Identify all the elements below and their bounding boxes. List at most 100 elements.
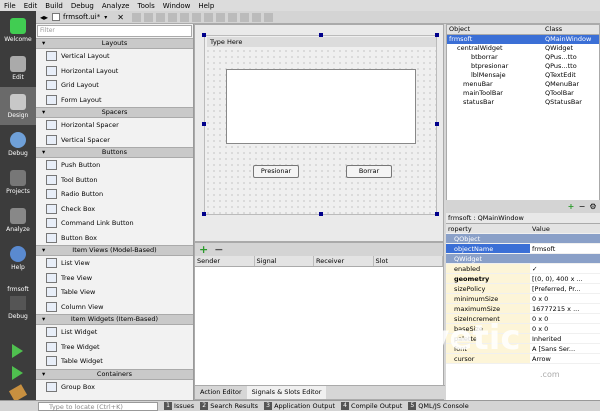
widget-item[interactable]: Check Box	[36, 202, 193, 217]
break-layout-icon[interactable]	[251, 12, 261, 22]
widget-item[interactable]: List View	[36, 256, 193, 271]
resize-handle[interactable]	[202, 33, 206, 37]
widget-item[interactable]: Vertical Spacer	[36, 133, 193, 148]
lbl-mensaje-textedit[interactable]	[226, 69, 416, 144]
mode-edit[interactable]: Edit	[0, 49, 36, 87]
object-row[interactable]: mainToolBar QToolBar	[447, 89, 599, 98]
widget-item[interactable]: Horizontal Spacer	[36, 118, 193, 133]
layout-grid-icon[interactable]	[227, 12, 237, 22]
property-row[interactable]: sizePolicy [Preferred, Pr...	[446, 284, 600, 294]
property-value[interactable]: frmsoft	[530, 244, 600, 253]
buddy-mode-icon[interactable]	[155, 12, 165, 22]
property-row[interactable]: enabled ✓	[446, 264, 600, 274]
menu-type-here[interactable]: Type Here	[207, 37, 436, 47]
add-connection-icon[interactable]: +	[199, 243, 208, 256]
widget-category[interactable]: Buttons	[36, 147, 193, 158]
property-value[interactable]: Inherited	[530, 334, 600, 343]
locator-input[interactable]: Type to locate (Ctrl+K)	[38, 401, 158, 411]
object-row[interactable]: frmsoft QMainWindow	[447, 35, 599, 44]
widget-item[interactable]: Horizontal Layout	[36, 64, 193, 79]
remove-property-icon[interactable]: −	[578, 202, 586, 211]
file-dropdown-icon[interactable]: ▾	[104, 14, 107, 21]
mode-design[interactable]: Design	[0, 87, 36, 125]
mode-help[interactable]: Help	[0, 239, 36, 277]
object-row[interactable]: centralWidget QWidget	[447, 44, 599, 53]
widget-filter-input[interactable]: Filter	[37, 25, 192, 37]
layout-v-icon[interactable]	[191, 12, 201, 22]
tab-action-editor[interactable]: Action Editor	[195, 386, 247, 399]
resize-handle[interactable]	[435, 33, 439, 37]
property-value[interactable]: Arrow	[530, 354, 600, 363]
property-value[interactable]: 0 x 0	[530, 314, 600, 323]
property-value[interactable]	[530, 254, 600, 263]
output-pane-button[interactable]: 2 Search Results	[200, 402, 258, 410]
project-selector[interactable]: frmsoft Debug	[0, 286, 36, 320]
widget-item[interactable]: Tool Button	[36, 173, 193, 188]
widget-mode-icon[interactable]	[131, 12, 141, 22]
file-tab[interactable]: frmsoft.ui*	[63, 13, 100, 21]
object-row[interactable]: btpresionar QPus...tto	[447, 62, 599, 71]
menu-file[interactable]: File	[0, 2, 20, 10]
widget-item[interactable]: Tree View	[36, 271, 193, 286]
resize-handle[interactable]	[202, 122, 206, 126]
property-group[interactable]: QWidget	[446, 254, 600, 264]
property-value[interactable]: [Preferred, Pr...	[530, 284, 600, 293]
object-row[interactable]: lblMensaje QTextEdit	[447, 71, 599, 80]
borrar-button[interactable]: Borrar	[346, 165, 392, 178]
widget-item[interactable]: Grid Layout	[36, 78, 193, 93]
mode-debug[interactable]: Debug	[0, 125, 36, 163]
object-row[interactable]: statusBar QStatusBar	[447, 98, 599, 107]
close-file-icon[interactable]: ✕	[117, 13, 124, 22]
property-row[interactable]: geometry [(0, 0), 400 x ...	[446, 274, 600, 284]
nav-forward-icon[interactable]: ▸	[44, 13, 48, 22]
mode-projects[interactable]: Projects	[0, 163, 36, 201]
property-row[interactable]: maximumSize 16777215 x ...	[446, 304, 600, 314]
widget-category[interactable]: Item Views (Model-Based)	[36, 245, 193, 256]
mode-welcome[interactable]: Welcome	[0, 11, 36, 49]
widget-item[interactable]: Table View	[36, 285, 193, 300]
resize-handle[interactable]	[435, 122, 439, 126]
mode-analyze[interactable]: Analyze	[0, 201, 36, 239]
widget-category[interactable]: Containers	[36, 368, 193, 380]
property-value[interactable]	[530, 234, 600, 243]
menu-help[interactable]: Help	[194, 2, 218, 10]
widget-item[interactable]: Button Box	[36, 231, 193, 246]
widget-item[interactable]: Push Button	[36, 158, 193, 173]
property-value[interactable]: A [Sans Ser...	[530, 344, 600, 353]
widget-item[interactable]: Command Link Button	[36, 216, 193, 231]
menu-window[interactable]: Window	[159, 2, 195, 10]
layout-h-icon[interactable]	[179, 12, 189, 22]
tab-order-icon[interactable]	[167, 12, 177, 22]
output-pane-button[interactable]: 3 Application Output	[264, 402, 335, 410]
property-row[interactable]: minimumSize 0 x 0	[446, 294, 600, 304]
menu-debug[interactable]: Debug	[67, 2, 98, 10]
output-pane-button[interactable]: 4 Compile Output	[341, 402, 402, 410]
layout-split-h-icon[interactable]	[203, 12, 213, 22]
widget-item[interactable]: Column View	[36, 300, 193, 315]
widget-item[interactable]: Vertical Layout	[36, 49, 193, 64]
widget-category[interactable]: Layouts	[36, 38, 193, 49]
property-value[interactable]: 16777215 x ...	[530, 304, 600, 313]
layout-form-icon[interactable]	[239, 12, 249, 22]
output-pane-button[interactable]: 1 Issues	[164, 402, 194, 410]
widget-item[interactable]: Group Box	[36, 380, 193, 395]
resize-handle[interactable]	[319, 212, 323, 216]
resize-handle[interactable]	[319, 33, 323, 37]
object-row[interactable]: btborrar QPus...tto	[447, 53, 599, 62]
widget-item[interactable]: Radio Button	[36, 187, 193, 202]
tab-signals-slots-editor[interactable]: Signals & Slots Editor	[246, 386, 327, 399]
widget-category[interactable]: Spacers	[36, 107, 193, 118]
property-row[interactable]: objectName frmsoft	[446, 244, 600, 254]
resize-handle[interactable]	[435, 212, 439, 216]
presionar-button[interactable]: Presionar	[253, 165, 299, 178]
menu-build[interactable]: Build	[41, 2, 67, 10]
property-group[interactable]: QObject	[446, 234, 600, 244]
add-property-icon[interactable]: +	[567, 202, 575, 211]
widget-item[interactable]: Table Widget	[36, 354, 193, 369]
signal-mode-icon[interactable]	[143, 12, 153, 22]
menu-edit[interactable]: Edit	[20, 2, 42, 10]
property-value[interactable]: 0 x 0	[530, 294, 600, 303]
widget-item[interactable]: List Widget	[36, 325, 193, 340]
remove-connection-icon[interactable]: −	[214, 243, 223, 256]
layout-split-v-icon[interactable]	[215, 12, 225, 22]
